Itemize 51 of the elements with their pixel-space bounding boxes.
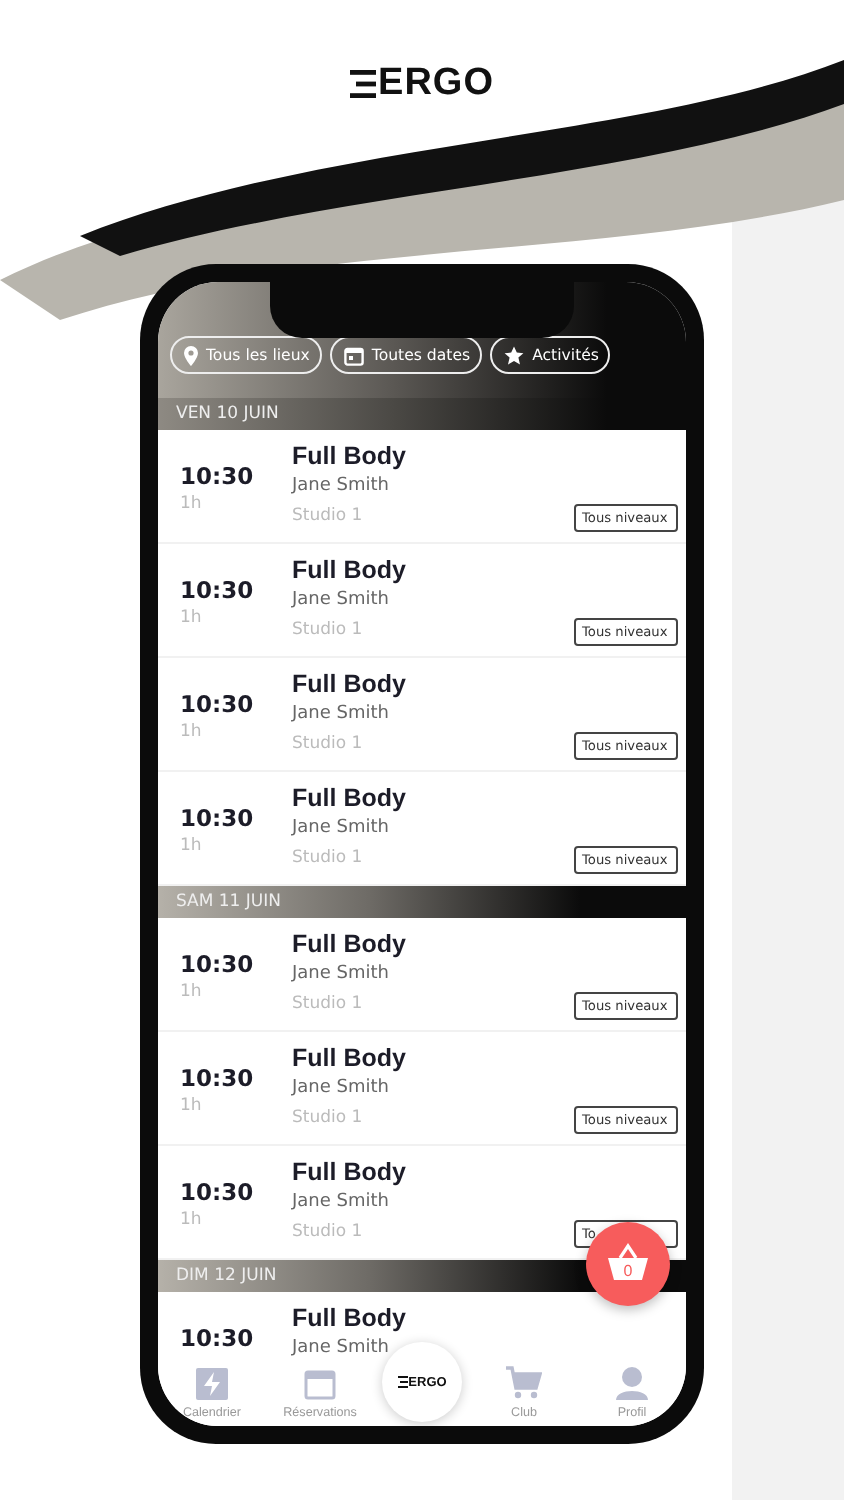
basket-icon — [606, 1242, 650, 1282]
session-title: Full Body — [292, 1304, 406, 1332]
pin-icon — [184, 345, 198, 365]
session-time: 10:30 — [180, 1178, 256, 1206]
cart-icon — [506, 1366, 542, 1400]
star-icon — [504, 345, 525, 365]
coach-name: Jane Smith — [292, 1192, 391, 1212]
session-time: 10:30 — [180, 690, 256, 718]
session-time: 10:30 — [180, 950, 256, 978]
session-time: 10:30 — [180, 462, 256, 490]
session-title: Full Body — [292, 784, 406, 812]
logo-lines-icon — [397, 1376, 408, 1388]
session-title: Full Body — [292, 556, 406, 584]
session-title: Full Body — [292, 1044, 406, 1072]
logo-text: ERGO — [378, 66, 494, 102]
coach-name: Jane Smith — [292, 476, 391, 496]
lightning-icon — [196, 1368, 228, 1400]
session-duration: 1h — [180, 494, 204, 514]
session-duration: 1h — [180, 1096, 204, 1116]
room-name: Studio 1 — [292, 1222, 365, 1242]
session-duration: 1h — [180, 722, 204, 742]
room-name: Studio 1 — [292, 620, 365, 640]
calendar-icon — [343, 345, 364, 365]
room-name: Studio 1 — [292, 848, 365, 868]
day-header: VEN 10 JUIN — [158, 398, 686, 430]
session-time: 10:30 — [180, 1324, 256, 1352]
session-title: Full Body — [292, 1158, 406, 1186]
room-name: Studio 1 — [292, 506, 365, 526]
session-time: 10:30 — [180, 1064, 256, 1092]
session-title: Full Body — [292, 442, 406, 470]
coach-name: Jane Smith — [292, 964, 391, 984]
room-name: Studio 1 — [292, 994, 365, 1014]
coach-name: Jane Smith — [292, 1078, 391, 1098]
session-duration: 1h — [180, 982, 204, 1002]
coach-name: Jane Smith — [292, 818, 391, 838]
day-header: SAM 11 JUIN — [158, 886, 686, 918]
coach-name: Jane Smith — [292, 590, 391, 610]
logo-lines-icon — [350, 70, 377, 98]
session-duration: 1h — [180, 608, 204, 628]
session-title: Full Body — [292, 670, 406, 698]
room-name: Studio 1 — [292, 734, 365, 754]
session-duration: 1h — [180, 836, 204, 856]
session-time: 10:30 — [180, 804, 256, 832]
calendar-icon — [304, 1368, 336, 1400]
session-duration: 1h — [180, 1210, 204, 1230]
room-name: Studio 1 — [292, 1108, 365, 1128]
coach-name: Jane Smith — [292, 704, 391, 724]
session-title: Full Body — [292, 930, 406, 958]
person-icon — [616, 1366, 648, 1400]
session-time: 10:30 — [180, 576, 256, 604]
basket-count: 0 — [623, 1261, 633, 1279]
